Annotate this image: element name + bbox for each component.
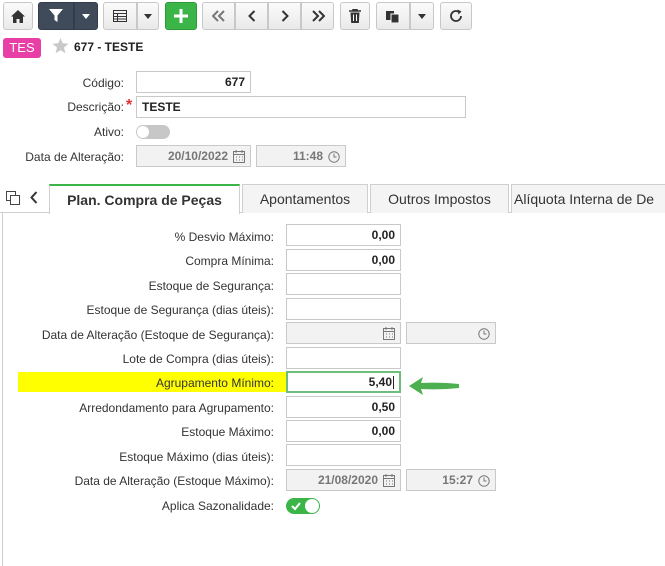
compra-minima-field[interactable]: 0,00 [286,249,401,271]
compra-minima-label: Compra Mínima: [185,254,274,268]
filter-button[interactable] [38,2,74,30]
plus-icon [174,9,188,23]
filter-icon [49,9,63,23]
arrow-left-icon [407,375,461,400]
home-button[interactable] [3,2,33,30]
toggle-knob [305,499,319,513]
data-alteracao-maximo-label: Data de Alteração (Estoque Máximo): [74,474,274,488]
copy-icon [386,9,400,23]
desvio-maximo-label: % Desvio Máximo: [174,230,274,244]
aplica-sazonalidade-label: Aplica Sazonalidade: [161,499,274,513]
aplica-sazonalidade-toggle[interactable] [286,498,320,514]
grid-view-dropdown-button[interactable] [137,2,159,30]
time-value: 15:27 [442,473,473,487]
first-record-button[interactable] [202,2,235,30]
ativo-label: Ativo: [93,125,124,139]
date-value: 20/10/2022 [167,149,228,163]
arredondamento-label: Arredondamento para Agrupamento: [79,401,274,415]
caret-down-icon [82,13,90,19]
date-value: 21/08/2020 [317,473,378,487]
next-icon [281,10,289,22]
agrupamento-minimo-value: 5,40 [368,375,392,389]
filter-dropdown-button[interactable] [74,2,98,30]
arredondamento-field[interactable]: 0,50 [286,396,401,418]
toggle-knob [137,126,149,138]
estoque-seguranca-dias-label: Estoque de Segurança (dias úteis): [86,303,274,317]
add-button[interactable] [165,2,197,30]
calendar-icon[interactable] [383,326,395,346]
home-icon [11,9,25,23]
refresh-icon [449,9,463,23]
data-alteracao-maximo-time-field[interactable]: 15:27 [406,469,496,491]
descricao-field[interactable]: TESTE [136,96,466,118]
tab-outros-impostos[interactable]: Outros Impostos [370,184,509,213]
lote-compra-label: Lote de Compra (dias úteis): [122,352,274,366]
estoque-seguranca-dias-field[interactable] [286,298,401,320]
tab-apontamentos[interactable]: Apontamentos [242,184,368,213]
data-alteracao-maximo-date-field[interactable]: 21/08/2020 [286,469,401,491]
previous-record-button[interactable] [235,2,268,30]
clock-icon[interactable] [478,326,490,346]
descricao-label: Descrição: [67,100,124,114]
codigo-field[interactable]: 677 [136,71,251,93]
agrupamento-minimo-label: Agrupamento Mínimo: [155,376,274,390]
tabs-icon[interactable] [6,191,20,208]
first-page-icon [211,10,226,22]
agrupamento-minimo-field[interactable]: 5,40 [286,371,401,393]
refresh-button[interactable] [440,2,472,30]
tab-aliquota-interna[interactable]: Alíquota Interna de De [511,184,665,213]
required-marker: * [126,97,133,114]
grid-icon [113,10,127,22]
text-cursor [393,376,394,390]
data-alteracao-seguranca-date-field[interactable] [286,322,401,344]
panel-border [2,212,3,566]
lote-compra-field[interactable] [286,347,401,369]
estoque-maximo-field[interactable]: 0,00 [286,420,401,442]
calendar-icon[interactable] [383,473,395,493]
record-title: 677 - TESTE [74,40,144,54]
data-alteracao-time-field[interactable]: 11:48 [256,145,346,167]
clock-icon[interactable] [328,149,340,169]
data-alteracao-seguranca-label: Data de Alteração (Estoque de Segurança)… [41,328,274,342]
data-alteracao-seguranca-time-field[interactable] [406,322,496,344]
check-icon [291,500,301,514]
delete-button[interactable] [340,2,370,30]
estoque-maximo-dias-label: Estoque Máximo (dias úteis): [119,450,274,464]
data-alteracao-date-field[interactable]: 20/10/2022 [136,145,251,167]
caret-down-icon [418,13,426,19]
favorite-star-icon[interactable] [52,38,69,57]
estoque-maximo-label: Estoque Máximo: [181,425,274,439]
codigo-label: Código: [82,76,124,90]
caret-down-icon [144,13,152,19]
desvio-maximo-field[interactable]: 0,00 [286,224,401,246]
estoque-maximo-dias-field[interactable] [286,444,401,466]
clock-icon[interactable] [478,473,490,493]
time-value: 11:48 [292,149,323,163]
chevron-left-icon[interactable] [30,191,38,207]
calendar-icon[interactable] [233,149,245,169]
trash-icon [349,9,361,23]
copy-button[interactable] [376,2,410,30]
prev-icon [247,10,256,22]
estoque-seguranca-label: Estoque de Segurança: [148,279,274,293]
copy-dropdown-button[interactable] [410,2,434,30]
ativo-toggle[interactable] [136,125,170,139]
last-record-button[interactable] [301,2,334,30]
next-record-button[interactable] [268,2,301,30]
grid-view-button[interactable] [103,2,137,30]
record-type-badge: TES [3,38,41,58]
data-alteracao-label: Data de Alteração: [25,150,124,164]
estoque-seguranca-field[interactable] [286,273,401,295]
last-page-icon [311,10,325,22]
tab-plan-compra-pecas[interactable]: Plan. Compra de Peças [49,184,240,214]
